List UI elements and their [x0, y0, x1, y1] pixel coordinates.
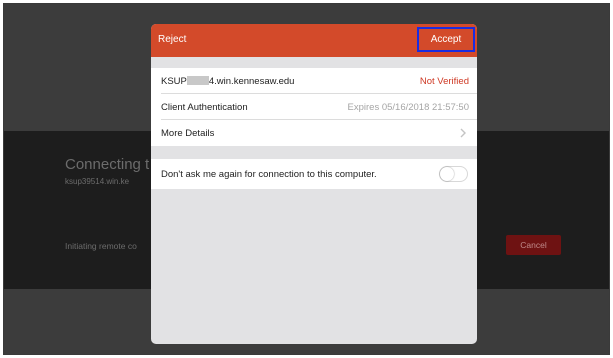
cancel-button[interactable]: Cancel	[506, 235, 561, 255]
dont-ask-toggle[interactable]	[439, 166, 468, 182]
dont-ask-label: Don't ask me again for connection to thi…	[161, 169, 377, 180]
server-name-prefix: KSUP	[161, 76, 187, 87]
redacted-mask	[186, 76, 209, 85]
accept-button[interactable]: Accept	[417, 27, 475, 52]
connecting-title: Connecting t	[65, 156, 150, 173]
toggle-knob	[440, 167, 454, 181]
server-name-suffix: 4.win.kennesaw.edu	[208, 76, 295, 87]
more-details-label: More Details	[161, 128, 215, 139]
server-name-label: KSUP 4.win.kennesaw.edu	[161, 76, 294, 87]
host-name: ksup39514.win.ke	[65, 177, 130, 186]
more-details-row[interactable]: More Details	[151, 120, 477, 146]
client-auth-label: Client Authentication	[161, 102, 248, 113]
verification-status: Not Verified	[419, 76, 469, 87]
client-auth-row: Client Authentication Expires 05/16/2018…	[151, 94, 477, 120]
chevron-right-icon	[458, 126, 468, 138]
server-name-row: KSUP 4.win.kennesaw.edu Not Verified	[151, 68, 477, 94]
expiry-date: Expires 05/16/2018 21:57:50	[347, 102, 469, 113]
dont-ask-row: Don't ask me again for connection to thi…	[151, 159, 477, 189]
reject-button[interactable]: Reject	[158, 34, 186, 45]
dialog-header: Reject Accept	[151, 24, 477, 57]
certificate-dialog: Reject Accept KSUP 4.win.kennesaw.edu Not…	[151, 24, 477, 344]
connection-status: Initiating remote co	[65, 241, 137, 251]
app-window: Connecting t ksup39514.win.ke Initiating…	[3, 3, 610, 355]
